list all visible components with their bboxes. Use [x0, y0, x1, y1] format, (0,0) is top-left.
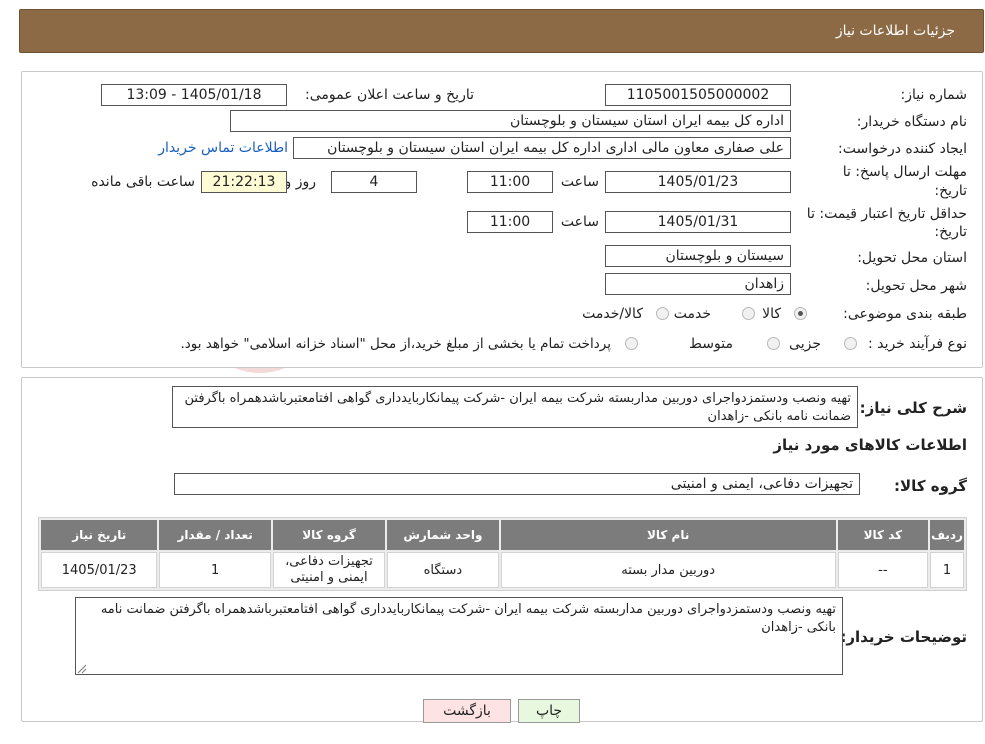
- cell-need-date: 1405/01/23: [41, 552, 158, 588]
- cell-item-name: دوربین مدار بسته: [500, 552, 836, 588]
- deadline-time-field: 11:00: [467, 171, 553, 193]
- category-option-service: خدمت: [673, 306, 711, 322]
- buyer-notes-label: توضیحات خریدار:: [840, 628, 967, 646]
- page-title: جزئیات اطلاعات نیاز: [835, 23, 955, 39]
- need-number-label: شماره نیاز:: [900, 87, 968, 103]
- buyer-org-field: اداره کل بیمه ایران استان سیستان و بلوچس…: [230, 110, 791, 132]
- col-item-code: کد کالا: [837, 520, 929, 550]
- goods-section-title: اطلاعات کالاهای مورد نیاز: [773, 436, 967, 454]
- resize-handle-icon[interactable]: [77, 663, 87, 674]
- validity-label-2: تاریخ:: [934, 224, 967, 240]
- payment-note: پرداخت تمام یا بخشی از مبلغ خرید،از محل …: [180, 336, 611, 352]
- cell-group: تجهیزات دفاعی، ایمنی و امنیتی: [272, 552, 386, 588]
- category-option-goods: کالا: [762, 306, 781, 322]
- description-label: شرح کلی نیاز:: [859, 399, 967, 417]
- cell-quantity: 1: [159, 552, 271, 588]
- description-textarea[interactable]: تهیه ونصب ودستمزدواجرای دوربین مداربسته …: [172, 386, 858, 428]
- validity-time-label: ساعت: [560, 214, 599, 230]
- category-option-goods-service: کالا/خدمت: [582, 306, 643, 322]
- deadline-time-label: ساعت: [560, 174, 599, 190]
- buyer-notes-textarea[interactable]: تهیه ونصب ودستمزدواجرای دوربین مداربسته …: [75, 597, 843, 675]
- city-field: زاهدان: [605, 273, 791, 295]
- col-need-date: تاریخ نیاز: [41, 520, 158, 550]
- treasury-checkbox[interactable]: [625, 337, 638, 350]
- buyer-contact-link[interactable]: اطلاعات تماس خریدار: [158, 140, 288, 156]
- table-header-row: ردیف کد کالا نام کالا واحد شمارش گروه کا…: [41, 520, 964, 550]
- category-radio-goods-service[interactable]: [656, 307, 669, 320]
- creator-label: ایجاد کننده درخواست:: [838, 141, 967, 157]
- city-label: شهر محل تحویل:: [865, 278, 967, 294]
- print-button[interactable]: چاپ: [518, 699, 580, 723]
- purchase-option-medium: متوسط: [689, 336, 733, 352]
- cell-row-number: 1: [930, 552, 964, 588]
- purchase-type-label: نوع فرآیند خرید :: [868, 336, 967, 352]
- col-item-name: نام کالا: [500, 520, 836, 550]
- page-header: جزئیات اطلاعات نیاز: [19, 9, 984, 53]
- days-field: 4: [331, 171, 417, 193]
- category-radio-goods[interactable]: [794, 307, 807, 320]
- purchase-radio-small[interactable]: [844, 337, 857, 350]
- province-field: سیستان و بلوچستان: [605, 245, 791, 267]
- deadline-label-1: مهلت ارسال پاسخ: تا: [842, 164, 967, 180]
- deadline-date-field: 1405/01/23: [605, 171, 791, 193]
- purchase-option-small: جزیی: [789, 336, 821, 352]
- col-row-number: ردیف: [930, 520, 964, 550]
- cell-unit: دستگاه: [387, 552, 499, 588]
- category-label: طبقه بندی موضوعی:: [843, 306, 967, 322]
- category-radio-service[interactable]: [742, 307, 755, 320]
- items-table-wrapper: ردیف کد کالا نام کالا واحد شمارش گروه کا…: [38, 517, 967, 591]
- remaining-label: ساعت باقی مانده: [91, 174, 195, 190]
- purchase-radio-medium[interactable]: [767, 337, 780, 350]
- announce-field: 1405/01/18 - 13:09: [101, 84, 287, 106]
- remaining-time-field: 21:22:13: [201, 171, 287, 193]
- goods-group-field: تجهیزات دفاعی، ایمنی و امنیتی: [174, 473, 860, 495]
- col-quantity: تعداد / مقدار: [159, 520, 271, 550]
- col-unit: واحد شمارش: [387, 520, 499, 550]
- validity-label-1: حداقل تاریخ اعتبار قیمت: تا: [806, 206, 967, 222]
- table-row: 1 -- دوربین مدار بسته دستگاه تجهیزات دفا…: [41, 552, 964, 588]
- deadline-label-2: تاریخ:: [934, 183, 967, 199]
- buyer-org-label: نام دستگاه خریدار:: [856, 114, 967, 130]
- cell-item-code: --: [837, 552, 929, 588]
- province-label: استان محل تحویل:: [857, 250, 967, 266]
- need-number-field: 1105001505000002: [605, 84, 791, 106]
- goods-group-label: گروه کالا:: [894, 477, 967, 495]
- items-table: ردیف کد کالا نام کالا واحد شمارش گروه کا…: [39, 518, 966, 590]
- days-label: روز و: [284, 174, 317, 190]
- validity-date-field: 1405/01/31: [605, 211, 791, 233]
- col-group: گروه کالا: [272, 520, 386, 550]
- creator-field: علی صفاری معاون مالی اداری اداره کل بیمه…: [293, 137, 791, 159]
- back-button[interactable]: بازگشت: [423, 699, 511, 723]
- announce-label: تاریخ و ساعت اعلان عمومی:: [305, 87, 474, 103]
- validity-time-field: 11:00: [467, 211, 553, 233]
